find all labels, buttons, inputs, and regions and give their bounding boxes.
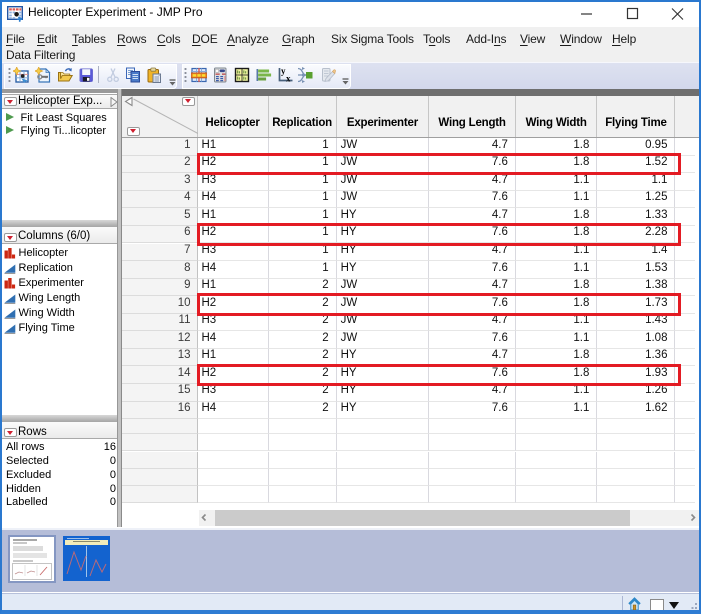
svg-text:x: x [286, 73, 291, 83]
